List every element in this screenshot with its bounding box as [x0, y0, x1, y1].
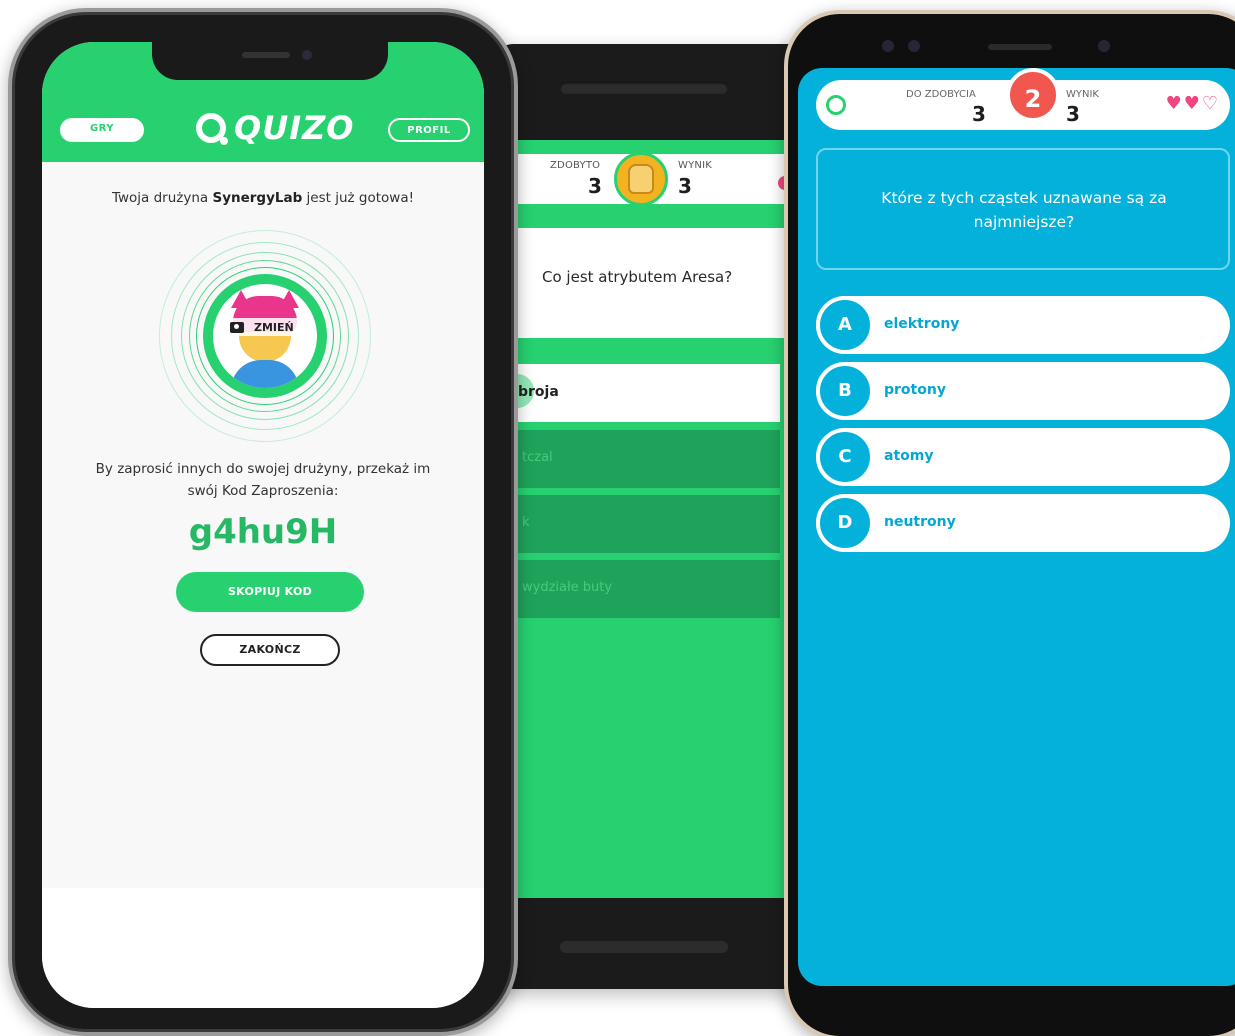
invite-instructions: By zaprosić innych do swojej drużyny, pr… — [95, 461, 431, 499]
score-bar: DO ZDOBYCIA 3 2 WYNIK 3 ♥ ♥ ♡ — [816, 68, 1230, 130]
bottom-area — [42, 888, 484, 1008]
team-invite-screen: GRY QUIZO PROFIL Twoja drużyna SynergyLa… — [42, 42, 484, 1008]
answer-text: elektrony — [884, 316, 960, 332]
earned-label: ZDOBYTO — [550, 160, 601, 171]
score-label: WYNIK — [678, 160, 712, 171]
logo-text: QUIZO — [234, 109, 355, 147]
answer-option[interactable]: tczal — [518, 430, 780, 488]
answer-option[interactable]: k — [518, 495, 780, 553]
team-ready-message: Twoja drużyna SynergyLab jest już gotowa… — [42, 190, 484, 206]
answer-option-a[interactable]: A elektrony — [816, 296, 1230, 354]
team-ready-suffix: jest już gotowa! — [302, 190, 415, 206]
question-text: Co jest atrybutem Aresa? — [542, 268, 733, 286]
answer-option[interactable]: broja — [518, 364, 780, 422]
android-phone-middle: ZDOBYTO 3 WYNIK 3 Co jest atrybutem Ares… — [488, 44, 818, 989]
phone-speaker — [560, 82, 728, 94]
answer-text: neutrony — [884, 514, 956, 530]
camera-icon — [230, 321, 244, 333]
samsung-phone-right: DO ZDOBYCIA 3 2 WYNIK 3 ♥ ♥ ♡ Które z ty… — [784, 10, 1235, 1036]
fist-badge-icon — [614, 152, 668, 206]
team-name: SynergyLab — [212, 190, 303, 206]
iphone-left: GRY QUIZO PROFIL Twoja drużyna SynergyLa… — [8, 8, 518, 1036]
score-label: WYNIK — [1066, 89, 1099, 100]
earned-value: 3 — [588, 174, 602, 198]
answer-letter: C — [816, 428, 874, 486]
change-avatar-label: ZMIEŃ — [254, 320, 294, 334]
answer-option-b[interactable]: B protony — [816, 362, 1230, 420]
phone-notch — [152, 42, 388, 80]
answer-option[interactable]: wydziałe buty — [518, 560, 780, 618]
quiz-screen-blue: DO ZDOBYCIA 3 2 WYNIK 3 ♥ ♥ ♡ Które z ty… — [798, 68, 1235, 986]
to-earn-value: 3 — [972, 102, 986, 126]
app-showcase: ZDOBYTO 3 WYNIK 3 Co jest atrybutem Ares… — [0, 0, 1235, 1036]
profile-button[interactable]: PROFIL — [388, 118, 470, 142]
quiz-screen-green: ZDOBYTO 3 WYNIK 3 Co jest atrybutem Ares… — [518, 140, 786, 898]
team-avatar[interactable]: ZMIEŃ — [203, 274, 327, 398]
answer-text: tczal — [522, 450, 553, 465]
phone-sensors — [828, 32, 1208, 62]
answer-letter: A — [816, 296, 874, 354]
answer-letter: D — [816, 494, 874, 552]
team-ready-prefix: Twoja drużyna — [111, 190, 213, 206]
timer-icon — [826, 95, 846, 115]
answer-option-d[interactable]: D neutrony — [816, 494, 1230, 552]
phone-bottom-bar — [560, 941, 728, 953]
answer-text: broja — [518, 384, 559, 400]
round-badge: 2 — [1006, 68, 1060, 122]
copy-code-button[interactable]: SKOPIUJ KOD — [176, 572, 364, 612]
invite-code: g4hu9H — [188, 512, 338, 552]
answer-letter: B — [816, 362, 874, 420]
answer-option-c[interactable]: C atomy — [816, 428, 1230, 486]
to-earn-label: DO ZDOBYCIA — [906, 89, 976, 100]
score-value: 3 — [678, 174, 692, 198]
heart-full-icon: ♥ — [1165, 93, 1182, 114]
quizo-logo: QUIZO — [196, 106, 355, 150]
question-card: Co jest atrybutem Aresa? — [518, 228, 786, 338]
change-avatar-button[interactable]: ZMIEŃ — [227, 318, 297, 336]
heart-full-icon: ♥ — [1183, 93, 1200, 114]
games-button[interactable]: GRY — [60, 118, 144, 142]
answer-text: atomy — [884, 448, 934, 464]
answer-text: wydziałe buty — [522, 580, 613, 595]
logo-q-icon — [196, 113, 228, 145]
question-text: Które z tych cząstek uznawane są za najm… — [881, 189, 1167, 231]
lives: ♥ ♥ ♡ — [1166, 94, 1218, 114]
heart-empty-icon: ♡ — [1201, 93, 1218, 114]
answer-text: k — [522, 515, 530, 530]
score-value: 3 — [1066, 102, 1080, 126]
answer-text: protony — [884, 382, 946, 398]
finish-button[interactable]: ZAKOŃCZ — [200, 634, 340, 666]
question-card: Które z tych cząstek uznawane są za najm… — [816, 148, 1230, 270]
